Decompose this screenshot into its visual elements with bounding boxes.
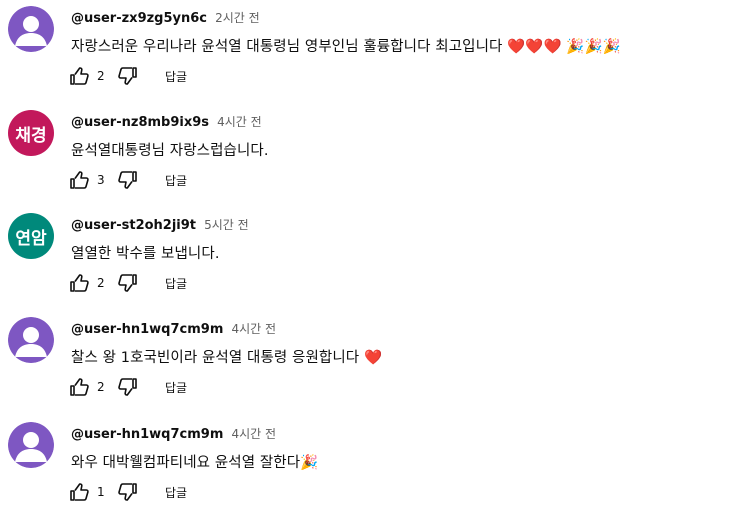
thumbs-up-icon[interactable]: [68, 480, 92, 504]
comment-username[interactable]: @user-st2oh2ji9t: [71, 218, 196, 233]
reply-button[interactable]: 답글: [165, 172, 187, 189]
comment-text: 열열한 박수를 보냅니다.: [71, 246, 220, 262]
default-avatar-icon[interactable]: [8, 6, 54, 52]
comment-time[interactable]: 4시간 전: [231, 322, 276, 336]
comment-actions: 2 답글: [68, 63, 187, 89]
thumbs-up-icon[interactable]: [68, 168, 92, 192]
thumbs-down-icon[interactable]: [115, 480, 139, 504]
like-count: 2: [97, 276, 105, 290]
comment-item: @user-hn1wq7cm9m 4시간 전 찰스 왕 1호국빈이라 윤석열 대…: [0, 311, 729, 415]
comment-actions: 2 답글: [68, 374, 187, 400]
thumbs-up-icon[interactable]: [68, 375, 92, 399]
default-avatar-icon[interactable]: [8, 422, 54, 468]
comment-text: 와우 대박웰컴파티네요 윤석열 잘한다🎉: [71, 455, 319, 471]
avatar-initials: 연암: [15, 228, 47, 249]
reply-button[interactable]: 답글: [165, 379, 187, 396]
thumbs-up-icon[interactable]: [68, 271, 92, 295]
reply-button[interactable]: 답글: [165, 275, 187, 292]
thumbs-down-icon[interactable]: [115, 64, 139, 88]
comment-header: @user-nz8mb9ix9s 4시간 전: [71, 111, 262, 130]
comment-username[interactable]: @user-nz8mb9ix9s: [71, 115, 209, 130]
thumbs-down-icon[interactable]: [115, 271, 139, 295]
avatar-initials: 채경: [15, 125, 47, 146]
comment-username[interactable]: @user-hn1wq7cm9m: [71, 322, 223, 337]
thumbs-up-icon[interactable]: [68, 64, 92, 88]
comment-actions: 1 답글: [68, 479, 187, 505]
comment-actions: 3 답글: [68, 167, 187, 193]
comment-text: 찰스 왕 1호국빈이라 윤석열 대통령 응원합니다 ❤️: [71, 350, 383, 366]
comment-time[interactable]: 5시간 전: [204, 218, 249, 232]
comment-text: 자랑스러운 우리나라 윤석열 대통령님 영부인님 훌륭합니다 최고입니다 ❤️❤…: [71, 39, 621, 55]
comment-header: @user-hn1wq7cm9m 4시간 전: [71, 423, 276, 442]
comment-time[interactable]: 4시간 전: [231, 427, 276, 441]
like-count: 1: [97, 485, 105, 499]
comment-header: @user-hn1wq7cm9m 4시간 전: [71, 318, 276, 337]
like-count: 3: [97, 173, 105, 187]
comment-item: @user-zx9zg5yn6c 2시간 전 자랑스러운 우리나라 윤석열 대통…: [0, 0, 729, 104]
thumbs-down-icon[interactable]: [115, 168, 139, 192]
comment-header: @user-zx9zg5yn6c 2시간 전: [71, 7, 260, 26]
reply-button[interactable]: 답글: [165, 68, 187, 85]
comment-time[interactable]: 4시간 전: [217, 115, 262, 129]
like-count: 2: [97, 380, 105, 394]
comment-actions: 2 답글: [68, 270, 187, 296]
avatar[interactable]: 연암: [8, 213, 54, 259]
avatar[interactable]: 채경: [8, 110, 54, 156]
comment-item: 연암 @user-st2oh2ji9t 5시간 전 열열한 박수를 보냅니다. …: [0, 207, 729, 311]
default-avatar-icon[interactable]: [8, 317, 54, 363]
thumbs-down-icon[interactable]: [115, 375, 139, 399]
comment-item: 채경 @user-nz8mb9ix9s 4시간 전 윤석열대통령님 자랑스럽습니…: [0, 104, 729, 208]
like-count: 2: [97, 69, 105, 83]
comment-time[interactable]: 2시간 전: [215, 11, 260, 25]
reply-button[interactable]: 답글: [165, 484, 187, 501]
comment-username[interactable]: @user-hn1wq7cm9m: [71, 427, 223, 442]
comment-username[interactable]: @user-zx9zg5yn6c: [71, 11, 207, 26]
comment-text: 윤석열대통령님 자랑스럽습니다.: [71, 143, 269, 159]
comment-header: @user-st2oh2ji9t 5시간 전: [71, 214, 249, 233]
comment-item: @user-hn1wq7cm9m 4시간 전 와우 대박웰컴파티네요 윤석열 잘…: [0, 416, 729, 520]
